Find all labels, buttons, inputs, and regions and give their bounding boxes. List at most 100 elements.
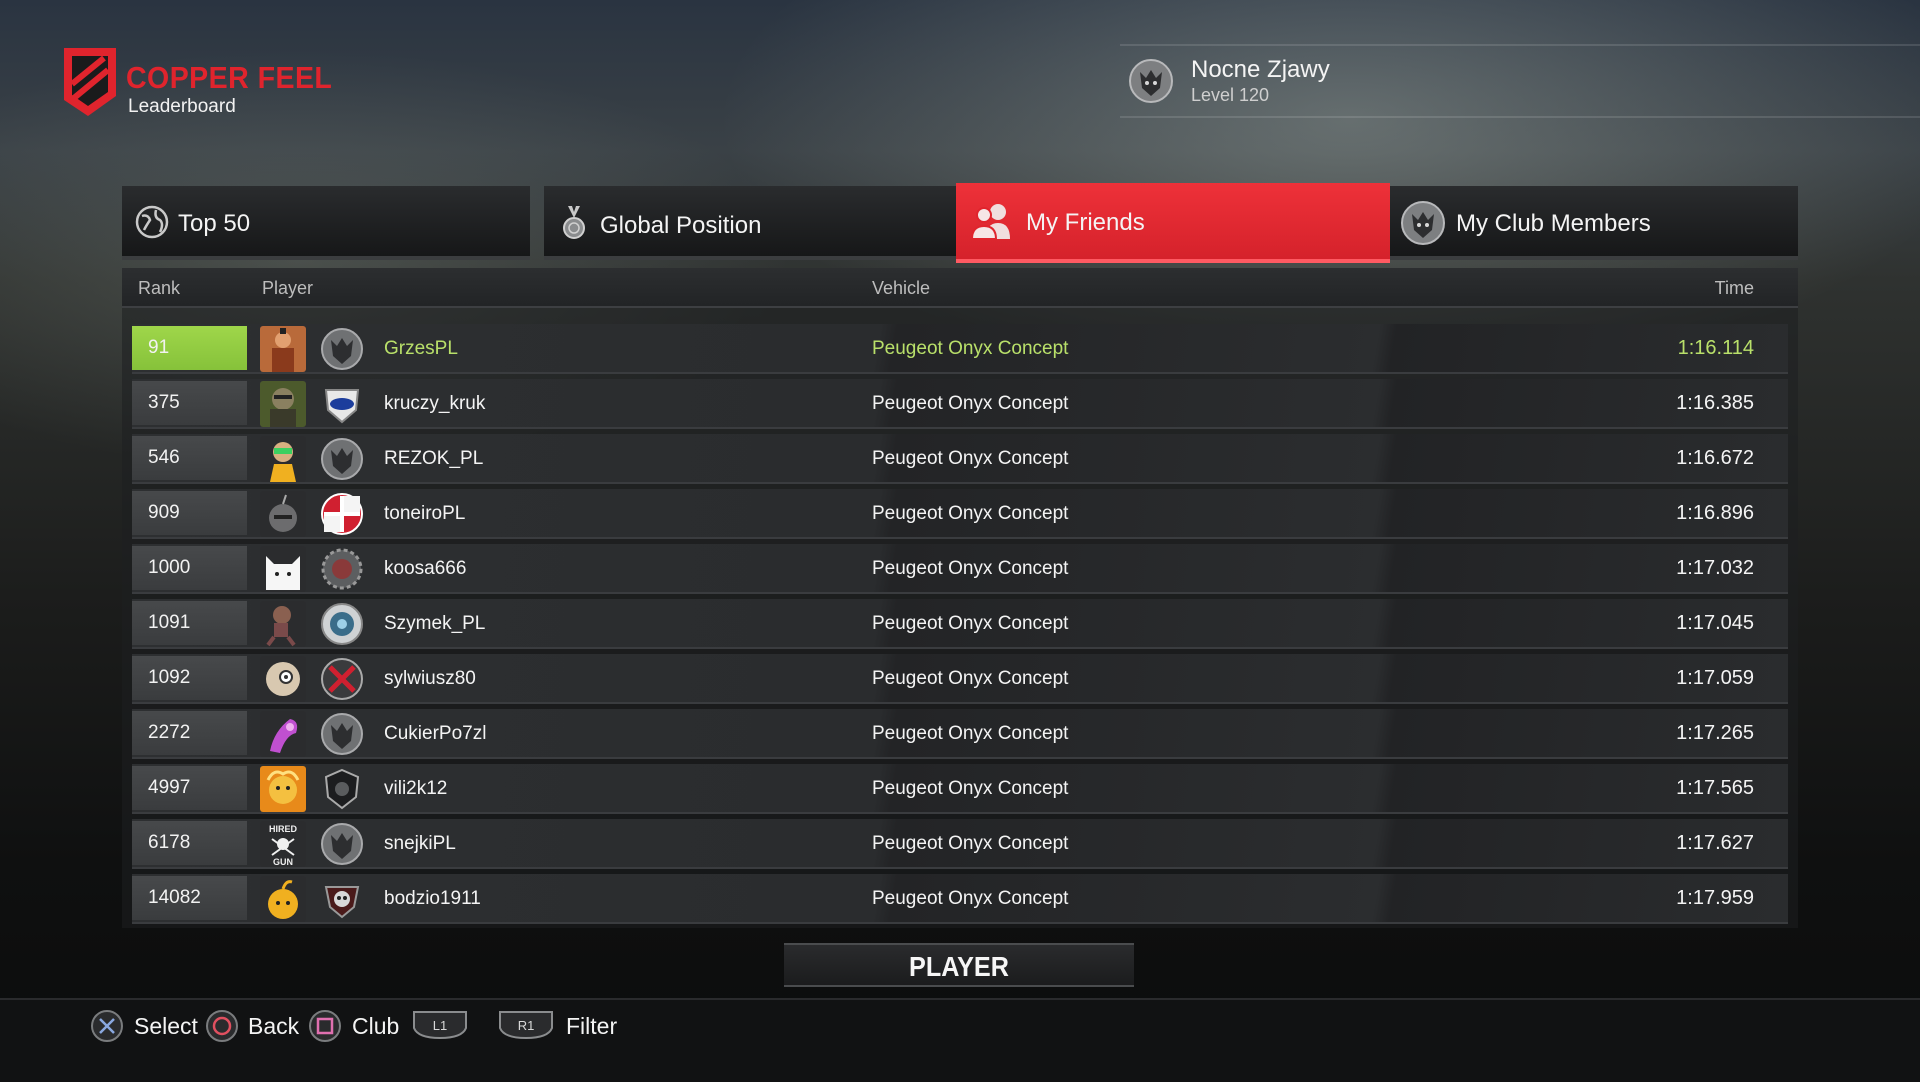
- player-avatar: [260, 546, 306, 592]
- player-avatar: [260, 381, 306, 427]
- vehicle-name: Peugeot Onyx Concept: [872, 558, 1069, 579]
- gear-emblem-icon: [321, 548, 363, 590]
- table-row[interactable]: 1092 sylwiusz80 Peugeot Onyx Concept 1:1…: [132, 654, 1788, 704]
- player-avatar: [260, 601, 306, 647]
- lap-time: 1:17.565: [1676, 777, 1754, 799]
- dark-shield-emblem-icon: [324, 768, 360, 810]
- player-name: bodzio1911: [384, 888, 481, 909]
- player-name: koosa666: [384, 558, 467, 579]
- wolf-emblem-icon: [321, 713, 363, 755]
- table-row[interactable]: 1000 koosa666 Peugeot Onyx Concept 1:17.…: [132, 544, 1788, 594]
- table-row[interactable]: 2272 CukierPo7zl Peugeot Onyx Concept 1:…: [132, 709, 1788, 759]
- table-row[interactable]: 546 REZOK_PL Peugeot Onyx Concept 1:16.6…: [132, 434, 1788, 484]
- player-name: REZOK_PL: [384, 448, 484, 469]
- vehicle-name: Peugeot Onyx Concept: [872, 778, 1069, 799]
- hint-back-label: Back: [248, 1013, 300, 1039]
- vehicle-name: Peugeot Onyx Concept: [872, 613, 1069, 634]
- player-name: vili2k12: [384, 778, 448, 799]
- lap-time: 1:17.045: [1676, 612, 1754, 634]
- vehicle-name: Peugeot Onyx Concept: [872, 393, 1069, 414]
- brand-logo-icon: [64, 48, 116, 116]
- tab-label: Top 50: [178, 210, 251, 237]
- tab-top-50[interactable]: Top 50: [122, 186, 530, 260]
- table-row[interactable]: 91 GrzesPL Peugeot Onyx Concept 1:16.114: [132, 324, 1788, 374]
- lap-time: 1:17.059: [1676, 667, 1754, 689]
- filter-badge-label: PLAYER: [909, 951, 1009, 982]
- player-avatar: HIRED GUN: [260, 821, 306, 867]
- lap-time: 1:17.032: [1676, 557, 1754, 579]
- red-cross-emblem-icon: [321, 493, 363, 535]
- leaderboard-tabs: Top 50 Global Position My Friends My Clu…: [122, 183, 1798, 263]
- player-avatar: [260, 711, 306, 757]
- column-header-rank: Rank: [138, 278, 181, 298]
- globe-icon: [135, 205, 169, 239]
- rank-value: 91: [148, 337, 170, 358]
- r1-button-icon[interactable]: R1: [498, 1010, 554, 1040]
- vehicle-name: Peugeot Onyx Concept: [872, 888, 1069, 909]
- lap-time: 1:16.672: [1676, 447, 1754, 469]
- rank-value: 909: [148, 502, 180, 523]
- table-header: Rank Player Vehicle Time: [122, 268, 1798, 308]
- lap-time: 1:17.627: [1676, 832, 1754, 854]
- tab-global-position[interactable]: Global Position: [544, 186, 956, 260]
- profile-name: Nocne Zjawy: [1191, 56, 1330, 83]
- wolf-emblem-icon: [321, 823, 363, 865]
- column-header-time: Time: [1714, 278, 1754, 298]
- table-row[interactable]: 375 kruczy_kruk Peugeot Onyx Concept 1:1…: [132, 379, 1788, 429]
- medal-icon: [563, 206, 585, 239]
- wolf-emblem-icon: [1129, 59, 1173, 103]
- table-row[interactable]: 14082 bodzio1911 Peugeot Onyx Concept 1:…: [132, 874, 1788, 924]
- background-line: [1120, 44, 1920, 46]
- player-avatar: [260, 326, 306, 372]
- player-avatar: [260, 766, 306, 812]
- player-name: snejkiPL: [384, 833, 456, 854]
- player-avatar: [260, 876, 306, 922]
- player-avatar: [260, 656, 306, 702]
- vehicle-name: Peugeot Onyx Concept: [872, 503, 1069, 524]
- table-row[interactable]: 909 toneiroPL Peugeot Onyx Concept 1:16.…: [132, 489, 1788, 539]
- rank-value: 14082: [148, 887, 201, 908]
- l1-label: L1: [433, 1018, 447, 1033]
- square-button-icon[interactable]: [308, 1009, 342, 1043]
- vehicle-name: Peugeot Onyx Concept: [872, 448, 1069, 469]
- player-name: Szymek_PL: [384, 613, 486, 634]
- player-name: sylwiusz80: [384, 668, 476, 689]
- hired-gun-text: GUN: [273, 857, 293, 867]
- column-header-player: Player: [262, 278, 314, 298]
- background-line: [1120, 116, 1920, 118]
- player-name: CukierPo7zl: [384, 723, 487, 744]
- circle-button-icon[interactable]: [205, 1009, 239, 1043]
- vehicle-name: Peugeot Onyx Concept: [872, 668, 1069, 689]
- column-header-vehicle: Vehicle: [872, 278, 931, 298]
- rank-value: 4997: [148, 777, 191, 798]
- tab-my-friends[interactable]: My Friends: [956, 183, 1390, 263]
- page-subtitle: Leaderboard: [128, 96, 236, 117]
- player-name: toneiroPL: [384, 503, 466, 524]
- target-emblem-icon: [321, 603, 363, 645]
- table-row[interactable]: 1091 Szymek_PL Peugeot Onyx Concept 1:17…: [132, 599, 1788, 649]
- skull-emblem-icon: [324, 886, 360, 919]
- table-row[interactable]: 6178 HIRED GUN snejkiPL Peugeot Onyx Con…: [132, 819, 1788, 869]
- cross-button-icon[interactable]: [90, 1009, 124, 1043]
- shield-emblem-icon: [324, 389, 360, 424]
- brand-name: COPPER FEEL: [126, 60, 333, 95]
- lap-time: 1:16.896: [1676, 502, 1754, 524]
- tab-my-club-members[interactable]: My Club Members: [1390, 186, 1798, 260]
- vehicle-name: Peugeot Onyx Concept: [872, 833, 1069, 854]
- profile-level: Level 120: [1191, 85, 1270, 105]
- lap-time: 1:17.265: [1676, 722, 1754, 744]
- filter-badge: PLAYER: [784, 943, 1134, 987]
- tab-label: Global Position: [600, 212, 762, 239]
- player-avatar: [260, 436, 306, 482]
- wolf-emblem-icon: [1401, 201, 1445, 245]
- r1-label: R1: [518, 1018, 535, 1033]
- rank-value: 2272: [148, 722, 191, 743]
- rank-value: 1091: [148, 612, 191, 633]
- table-row[interactable]: 4997 vili2k12 Peugeot Onyx Concept 1:17.…: [132, 764, 1788, 814]
- player-name: GrzesPL: [384, 338, 458, 359]
- l1-button-icon[interactable]: L1: [412, 1010, 468, 1040]
- hint-filter-label: Filter: [566, 1013, 618, 1039]
- vehicle-name: Peugeot Onyx Concept: [872, 723, 1069, 744]
- rank-value: 375: [148, 392, 180, 413]
- friends-icon: [970, 204, 1010, 240]
